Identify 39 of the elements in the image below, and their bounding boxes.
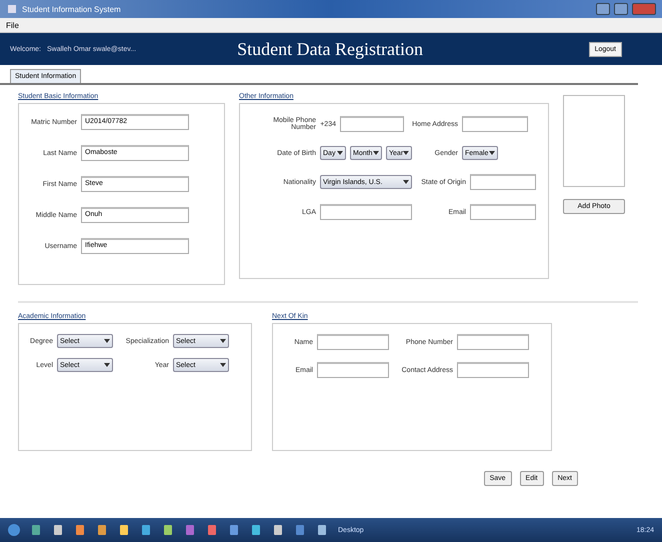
dropdown-arrow-icon (403, 179, 409, 185)
close-button[interactable] (632, 3, 656, 15)
app-icon[interactable] (294, 524, 306, 536)
page-title: Student Data Registration (237, 38, 424, 60)
input-field[interactable] (317, 362, 389, 378)
dropdown-arrow-icon (373, 150, 379, 156)
input-field[interactable] (457, 334, 529, 350)
app-icon[interactable] (250, 524, 262, 536)
dropdown-arrow-icon (337, 150, 343, 156)
input-field[interactable] (462, 116, 528, 132)
input-field[interactable] (340, 116, 404, 132)
input-field[interactable] (317, 334, 389, 350)
app-icon[interactable] (52, 524, 64, 536)
app-icon[interactable] (272, 524, 284, 536)
dropdown-arrow-icon (403, 150, 409, 156)
maximize-button[interactable] (614, 3, 628, 15)
menu-item[interactable]: File (6, 20, 19, 30)
dropdown-arrow-icon (489, 150, 495, 156)
dropdown-arrow-icon (104, 338, 110, 344)
window-title: Student Information System (22, 4, 121, 14)
app-icon (6, 3, 18, 15)
dropdown-arrow-icon (220, 338, 226, 344)
start-icon[interactable] (8, 524, 20, 536)
app-icon[interactable] (74, 524, 86, 536)
app-icon[interactable] (30, 524, 42, 536)
app-icon[interactable] (206, 524, 218, 536)
app-icon[interactable] (140, 524, 152, 536)
app-icon[interactable] (316, 524, 328, 536)
app-icon[interactable] (228, 524, 240, 536)
input-field[interactable] (470, 204, 536, 220)
input-field[interactable] (320, 204, 412, 220)
app-icon[interactable] (118, 524, 130, 536)
input-field[interactable] (470, 174, 536, 190)
input-field[interactable] (457, 362, 529, 378)
minimize-button[interactable] (596, 3, 610, 15)
dropdown-arrow-icon (220, 362, 226, 368)
dropdown-arrow-icon (104, 362, 110, 368)
app-icon[interactable] (162, 524, 174, 536)
app-icon[interactable] (96, 524, 108, 536)
